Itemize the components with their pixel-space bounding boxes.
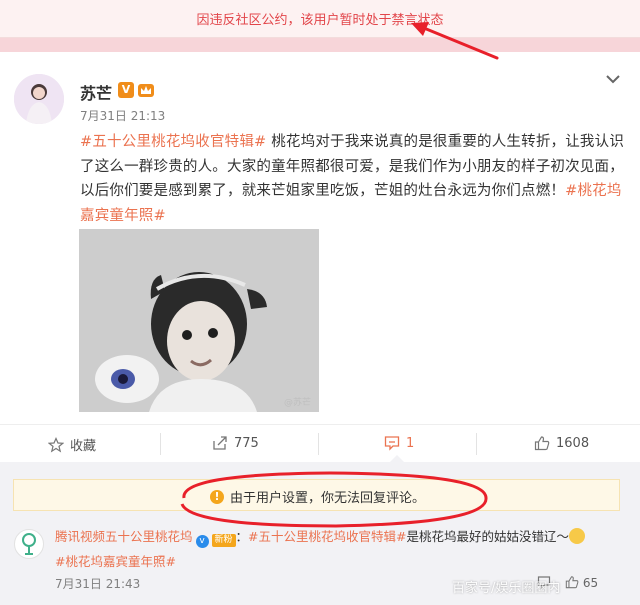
member-crown-icon — [138, 84, 154, 97]
action-divider — [476, 433, 477, 455]
emoji-icon — [569, 528, 586, 544]
hashtag-link[interactable]: #五十公里桃花坞收官特辑# — [80, 134, 266, 150]
comment-hashtag[interactable]: #五十公里桃花坞收官特辑# — [248, 529, 406, 544]
favorite-button[interactable]: 收藏 — [48, 435, 96, 454]
comment-icon — [384, 436, 400, 451]
fan-level-badge: 新粉 — [211, 534, 236, 547]
annotation-circle — [180, 471, 488, 528]
comment-author[interactable]: 腾讯视频五十公里桃花坞 — [55, 529, 193, 544]
comment-like-count: 65 — [582, 576, 599, 590]
thumbs-up-icon — [534, 436, 550, 451]
ban-notice-text: 因违反社区公约，该用户暂时处于禁言状态 — [196, 13, 444, 28]
comment-text: 腾讯视频五十公里桃花坞 v 新粉 ：#五十公里桃花坞收官特辑#是桃花坞最好的姑姑没错辽… — [55, 527, 627, 548]
username[interactable]: 苏芒 — [80, 80, 112, 104]
repost-count: 775 — [234, 435, 259, 451]
source-watermark: 百家号/娱乐圈圈内 — [452, 581, 561, 596]
repost-icon — [213, 436, 227, 450]
post-timestamp[interactable]: 7月31日 21:13 — [80, 107, 165, 124]
comment-count: 1 — [406, 435, 415, 451]
verified-v-icon: V — [118, 82, 134, 98]
post-body: #五十公里桃花坞收官特辑# 桃花坞对于我来说真的是很重要的人生转折，让我认识了这… — [80, 130, 625, 228]
notice-divider-band — [0, 38, 640, 52]
comment-body: 是桃花坞最好的姑姑没错辽～ — [406, 529, 570, 544]
favorite-label: 收藏 — [70, 439, 97, 454]
photo-watermark: @苏芒 — [283, 398, 311, 408]
verified-icon: v — [195, 535, 209, 548]
action-divider — [160, 433, 161, 455]
comment-like-button[interactable]: 65 — [565, 575, 598, 590]
comment-button[interactable]: 1 — [384, 435, 414, 451]
like-count: 1608 — [556, 435, 590, 451]
star-icon — [48, 436, 64, 453]
ban-notice-banner: 因违反社区公约，该用户暂时处于禁言状态 — [0, 0, 640, 38]
action-divider — [318, 433, 319, 455]
commenter-avatar[interactable] — [14, 529, 44, 559]
like-button[interactable]: 1608 — [534, 435, 589, 451]
repost-button[interactable]: 775 — [212, 435, 259, 451]
annotation-arrow — [411, 22, 499, 60]
action-bar: 收藏 775 1 1608 — [0, 424, 640, 462]
childhood-photo[interactable]: @苏芒 — [79, 229, 319, 412]
comment-timestamp: 7月31日 21:43 — [55, 577, 141, 591]
comment-hashtag-2[interactable]: #桃花坞嘉宾童年照# — [55, 551, 176, 570]
comment-caret — [389, 455, 405, 463]
avatar[interactable] — [14, 74, 64, 124]
chevron-down-icon[interactable] — [606, 74, 620, 84]
thumbs-up-icon — [565, 576, 579, 589]
